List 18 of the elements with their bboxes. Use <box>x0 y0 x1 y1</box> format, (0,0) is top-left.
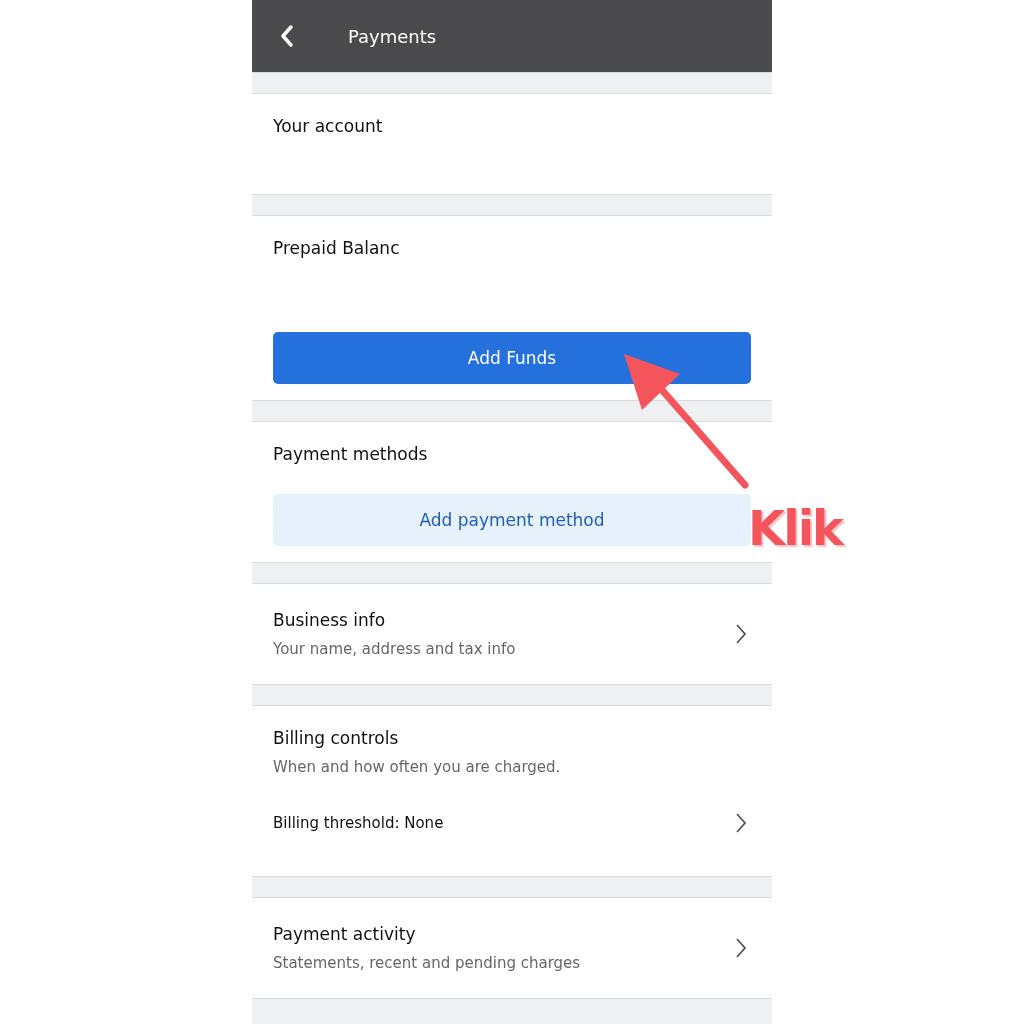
section-subtitle: Statements, recent and pending charges <box>273 954 581 972</box>
section-title: Billing controls <box>273 728 399 748</box>
chevron-right-icon[interactable] <box>735 812 747 834</box>
back-icon[interactable] <box>280 24 294 48</box>
billing-threshold-link[interactable]: Billing threshold: None <box>273 814 444 832</box>
annotation-label: Klik <box>748 500 843 556</box>
section-subtitle: When and how often you are charged. <box>273 758 561 776</box>
section-subtitle: Your name, address and tax info <box>273 640 516 658</box>
section-title: Payment activity <box>273 924 416 944</box>
section-title: Prepaid Balanc <box>273 238 400 258</box>
page-title: Payments <box>348 25 437 47</box>
chevron-right-icon[interactable] <box>735 623 747 645</box>
chevron-right-icon[interactable] <box>735 937 747 959</box>
section-title: Your account <box>273 116 383 136</box>
add-funds-button[interactable]: Add Funds <box>273 332 751 384</box>
section-title: Business info <box>273 610 386 630</box>
add-payment-method-button[interactable]: Add payment method <box>273 494 751 546</box>
section-title: Payment methods <box>273 444 428 464</box>
